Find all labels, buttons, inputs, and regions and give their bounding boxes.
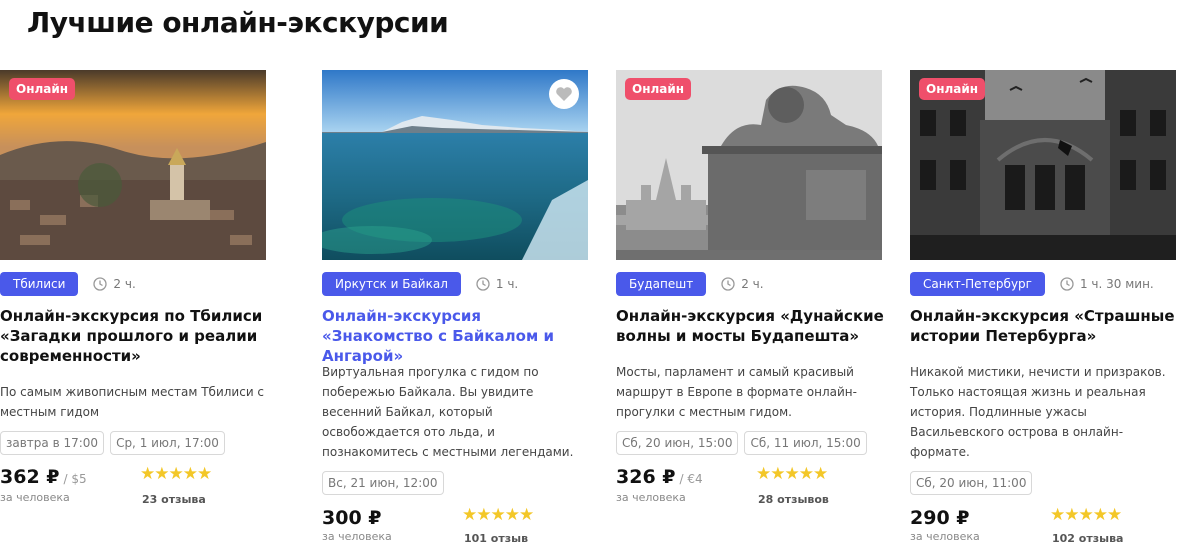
duration-text: 2 ч.	[741, 277, 764, 291]
rating-stars: ★★★★★	[756, 464, 828, 484]
duration-text: 1 ч. 30 мин.	[1079, 277, 1154, 291]
duration: 1 ч.	[476, 277, 518, 291]
reviews-count[interactable]: 102 отзыва	[1052, 532, 1123, 545]
price-alt-currency: / €4	[679, 472, 703, 486]
tour-card-tbilisi[interactable]: Онлайн Тбилиси 2 ч. Онлайн-экскурсия по …	[0, 70, 266, 506]
price: 290 ₽	[910, 507, 970, 529]
price: 362 ₽ / $5	[0, 466, 87, 488]
tour-photo[interactable]	[322, 70, 588, 260]
price-value: 326 ₽	[616, 466, 676, 488]
tour-card-petersburg[interactable]: Онлайн Санкт-Петербург 1 ч. 30 мин. Онла…	[910, 70, 1176, 545]
price-value: 290 ₽	[910, 507, 970, 529]
tour-photo[interactable]: Онлайн	[616, 70, 882, 260]
tour-title-link[interactable]: Онлайн-экскурсия по Тбилиси «Загадки про…	[0, 306, 270, 366]
date-chip[interactable]: Вс, 21 июн, 12:00	[322, 471, 444, 495]
tour-title-link[interactable]: Онлайн-экскурсия «Страшные истории Петер…	[910, 306, 1180, 346]
duration: 2 ч.	[93, 277, 136, 291]
duration: 1 ч. 30 мин.	[1060, 277, 1154, 291]
favorite-button[interactable]	[549, 79, 579, 109]
clock-icon	[1060, 277, 1074, 291]
tour-title-link[interactable]: Онлайн-экскурсия «Дунайские волны и мост…	[616, 306, 886, 346]
price-value: 362 ₽	[0, 466, 60, 488]
tour-description: По самым живописным местам Тбилиси с мес…	[0, 385, 265, 419]
tour-photo[interactable]: Онлайн	[0, 70, 266, 260]
date-chip[interactable]: завтра в 17:00	[0, 431, 105, 455]
tour-description: Мосты, парламент и самый красивый маршру…	[616, 365, 857, 419]
price-value: 300 ₽	[322, 507, 382, 529]
rating-stars: ★★★★★	[140, 464, 212, 484]
tour-card-baikal[interactable]: Иркутск и Байкал 1 ч. Онлайн-экскурсия «…	[322, 70, 588, 545]
rating-stars: ★★★★★	[1050, 505, 1122, 525]
city-tag[interactable]: Иркутск и Байкал	[322, 272, 461, 296]
duration-text: 2 ч.	[113, 277, 136, 291]
tour-title-link[interactable]: Онлайн-экскурсия «Знакомство с Байкалом …	[322, 306, 592, 366]
city-tag[interactable]: Будапешт	[616, 272, 707, 296]
clock-icon	[721, 277, 735, 291]
price-alt-currency: / $5	[63, 472, 87, 486]
online-badge: Онлайн	[625, 78, 692, 100]
tour-photo[interactable]: Онлайн	[910, 70, 1176, 260]
online-badge: Онлайн	[9, 78, 76, 100]
date-chip[interactable]: Сб, 20 июн, 11:00	[910, 471, 1033, 495]
reviews-count[interactable]: 28 отзывов	[758, 493, 829, 506]
reviews-count[interactable]: 101 отзыв	[464, 532, 528, 545]
per-person-label: за человека	[322, 530, 392, 543]
price: 300 ₽	[322, 507, 382, 529]
duration-text: 1 ч.	[495, 277, 519, 291]
heart-icon	[556, 87, 572, 101]
tour-description: Виртуальная прогулка с гидом по побережь…	[322, 365, 574, 459]
city-tag[interactable]: Тбилиси	[0, 272, 79, 296]
rating-stars: ★★★★★	[462, 505, 534, 525]
per-person-label: за человека	[616, 491, 686, 504]
per-person-label: за человека	[910, 530, 980, 543]
date-chip[interactable]: Сб, 20 июн, 15:00	[616, 431, 739, 455]
date-chip[interactable]: Ср, 1 июл, 17:00	[110, 431, 225, 455]
clock-icon	[476, 277, 490, 291]
online-badge: Онлайн	[919, 78, 986, 100]
page-title: Лучшие онлайн-экскурсии	[27, 6, 449, 39]
per-person-label: за человека	[0, 491, 70, 504]
clock-icon	[93, 277, 108, 291]
city-tag[interactable]: Санкт-Петербург	[910, 272, 1045, 296]
date-chip[interactable]: Сб, 11 июл, 15:00	[744, 431, 867, 455]
price: 326 ₽ / €4	[616, 466, 703, 488]
tour-description: Никакой мистики, нечисти и призраков. То…	[910, 365, 1166, 459]
baikal-photo	[322, 70, 588, 260]
tour-card-budapest[interactable]: Онлайн Будапешт 2 ч. Онлайн-экскурсия «Д…	[616, 70, 884, 506]
duration: 2 ч.	[721, 277, 764, 291]
reviews-count[interactable]: 23 отзыва	[142, 493, 206, 506]
